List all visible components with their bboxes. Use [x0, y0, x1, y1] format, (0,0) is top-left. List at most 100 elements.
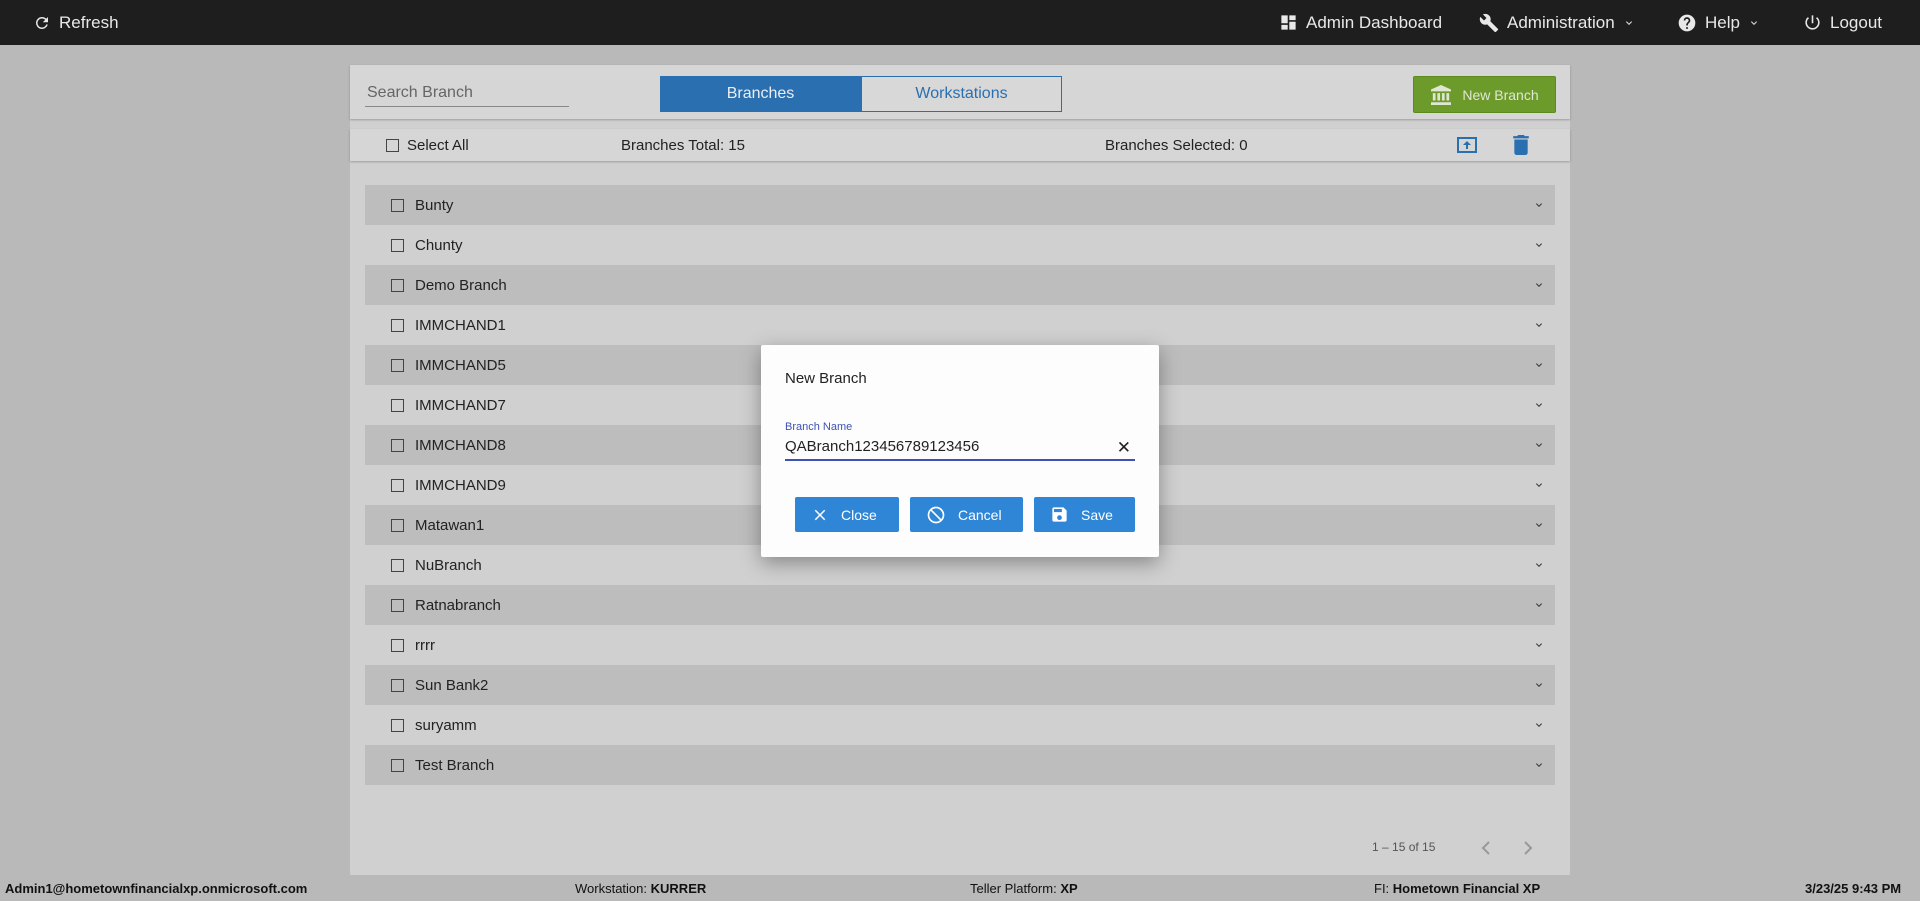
admin-dashboard-link[interactable]: Admin Dashboard	[1279, 0, 1442, 45]
platform-label: Teller Platform:	[970, 881, 1057, 896]
chevron-down-icon[interactable]	[1533, 399, 1545, 411]
chevron-right-icon	[1524, 841, 1533, 855]
trash-icon	[1513, 135, 1529, 155]
status-user: Admin1@hometownfinancialxp.onmicrosoft.c…	[5, 881, 308, 896]
administration-label: Administration	[1507, 12, 1615, 32]
select-all-checkbox[interactable]	[386, 138, 399, 152]
cancel-button[interactable]: Cancel	[910, 497, 1023, 532]
chevron-down-icon	[1625, 20, 1632, 25]
branch-checkbox[interactable]	[391, 598, 404, 612]
branch-name: suryamm	[415, 716, 477, 734]
admin-dashboard-label: Admin Dashboard	[1306, 12, 1443, 32]
select-all[interactable]: Select All	[386, 129, 469, 161]
chevron-down-icon[interactable]	[1533, 479, 1545, 491]
new-branch-dialog: New Branch Branch Name QABranch123456789…	[761, 345, 1159, 557]
logout-button[interactable]: Logout	[1803, 0, 1882, 45]
search-input[interactable]	[365, 80, 569, 107]
select-all-label: Select All	[407, 136, 469, 154]
refresh-icon	[35, 16, 48, 29]
upload-button[interactable]	[1455, 129, 1479, 161]
branch-name: IMMCHAND1	[415, 316, 506, 334]
chevron-down-icon[interactable]	[1533, 239, 1545, 251]
branch-row[interactable]: Test Branch	[365, 745, 1555, 785]
branch-checkbox[interactable]	[391, 438, 404, 452]
branch-checkbox[interactable]	[391, 558, 404, 572]
chevron-down-icon[interactable]	[1533, 759, 1545, 771]
branch-checkbox[interactable]	[391, 678, 404, 692]
fi-label: FI:	[1374, 881, 1390, 896]
fi-value: Hometown Financial XP	[1392, 881, 1541, 896]
dialog-title: New Branch	[785, 370, 867, 387]
status-bar: Admin1@hometownfinancialxp.onmicrosoft.c…	[0, 876, 1920, 901]
help-icon	[1678, 14, 1696, 31]
chevron-down-icon[interactable]	[1533, 359, 1545, 371]
branch-checkbox[interactable]	[391, 718, 404, 732]
branch-checkbox[interactable]	[391, 398, 404, 412]
power-icon	[1805, 15, 1820, 30]
wrench-icon	[1479, 13, 1499, 32]
branch-name-label: Branch Name	[785, 421, 853, 433]
refresh-button[interactable]: Refresh	[33, 0, 119, 45]
save-button[interactable]: Save	[1034, 497, 1135, 532]
refresh-label: Refresh	[59, 12, 119, 32]
close-icon	[814, 509, 826, 520]
prev-page-button[interactable]	[1480, 840, 1494, 861]
branch-row[interactable]: IMMCHAND1	[365, 305, 1555, 345]
chevron-down-icon[interactable]	[1533, 719, 1545, 731]
cancel-icon	[927, 506, 945, 523]
chevron-down-icon[interactable]	[1533, 199, 1545, 211]
branch-name: Matawan1	[415, 516, 485, 534]
branch-checkbox[interactable]	[391, 358, 404, 372]
chevron-down-icon[interactable]	[1533, 279, 1545, 291]
branch-checkbox[interactable]	[391, 238, 404, 252]
branch-row[interactable]: Demo Branch	[365, 265, 1555, 305]
next-page-button[interactable]	[1520, 840, 1534, 861]
help-menu[interactable]: Help	[1677, 0, 1760, 45]
view-toggle: Branches Workstations	[660, 76, 1062, 112]
branch-checkbox[interactable]	[391, 198, 404, 212]
branch-row[interactable]: Ratnabranch	[365, 585, 1555, 625]
close-button[interactable]: Close	[795, 497, 899, 532]
help-label: Help	[1705, 12, 1740, 32]
branch-name: rrrr	[415, 636, 435, 654]
new-branch-button[interactable]: New Branch	[1413, 76, 1556, 113]
platform-value: XP	[1060, 881, 1078, 896]
branch-row[interactable]: Bunty	[365, 185, 1555, 225]
chevron-down-icon[interactable]	[1533, 559, 1545, 571]
administration-menu[interactable]: Administration	[1479, 0, 1635, 45]
new-branch-label: New Branch	[1462, 86, 1539, 103]
chevron-down-icon[interactable]	[1533, 439, 1545, 451]
tab-branches[interactable]: Branches	[660, 76, 861, 112]
delete-button[interactable]	[1513, 129, 1529, 161]
chevron-down-icon[interactable]	[1533, 639, 1545, 651]
save-label: Save	[1081, 506, 1113, 523]
tab-workstations[interactable]: Workstations	[861, 76, 1062, 112]
status-datetime: 3/23/25 9:43 PM	[1805, 881, 1902, 896]
chevron-down-icon[interactable]	[1533, 679, 1545, 691]
chevron-down-icon[interactable]	[1533, 599, 1545, 611]
branch-row[interactable]: suryamm	[365, 705, 1555, 745]
branch-checkbox[interactable]	[391, 318, 404, 332]
branch-name: Chunty	[415, 236, 463, 254]
chevron-down-icon	[1750, 20, 1757, 25]
branch-checkbox[interactable]	[391, 758, 404, 772]
branch-row[interactable]: rrrr	[365, 625, 1555, 665]
branch-checkbox[interactable]	[391, 278, 404, 292]
clear-icon[interactable]: ✕	[1117, 439, 1131, 457]
chevron-down-icon[interactable]	[1533, 519, 1545, 531]
chevron-down-icon[interactable]	[1533, 319, 1545, 331]
top-bar: Refresh Admin Dashboard Administration H…	[0, 0, 1920, 45]
branch-row[interactable]: Chunty	[365, 225, 1555, 265]
branch-name: IMMCHAND5	[415, 356, 506, 374]
branch-row[interactable]: Sun Bank2	[365, 665, 1555, 705]
upload-icon	[1457, 137, 1477, 153]
branch-name-input[interactable]: QABranch123456789123456 ✕	[785, 438, 1135, 461]
branch-checkbox[interactable]	[391, 478, 404, 492]
branch-name: Bunty	[415, 196, 454, 214]
logout-label: Logout	[1830, 12, 1882, 32]
branch-name-value: QABranch123456789123456	[785, 438, 980, 455]
branch-checkbox[interactable]	[391, 518, 404, 532]
branch-checkbox[interactable]	[391, 638, 404, 652]
search-toolbar: Branches Workstations New Branch	[350, 65, 1570, 119]
save-icon	[1052, 507, 1067, 522]
